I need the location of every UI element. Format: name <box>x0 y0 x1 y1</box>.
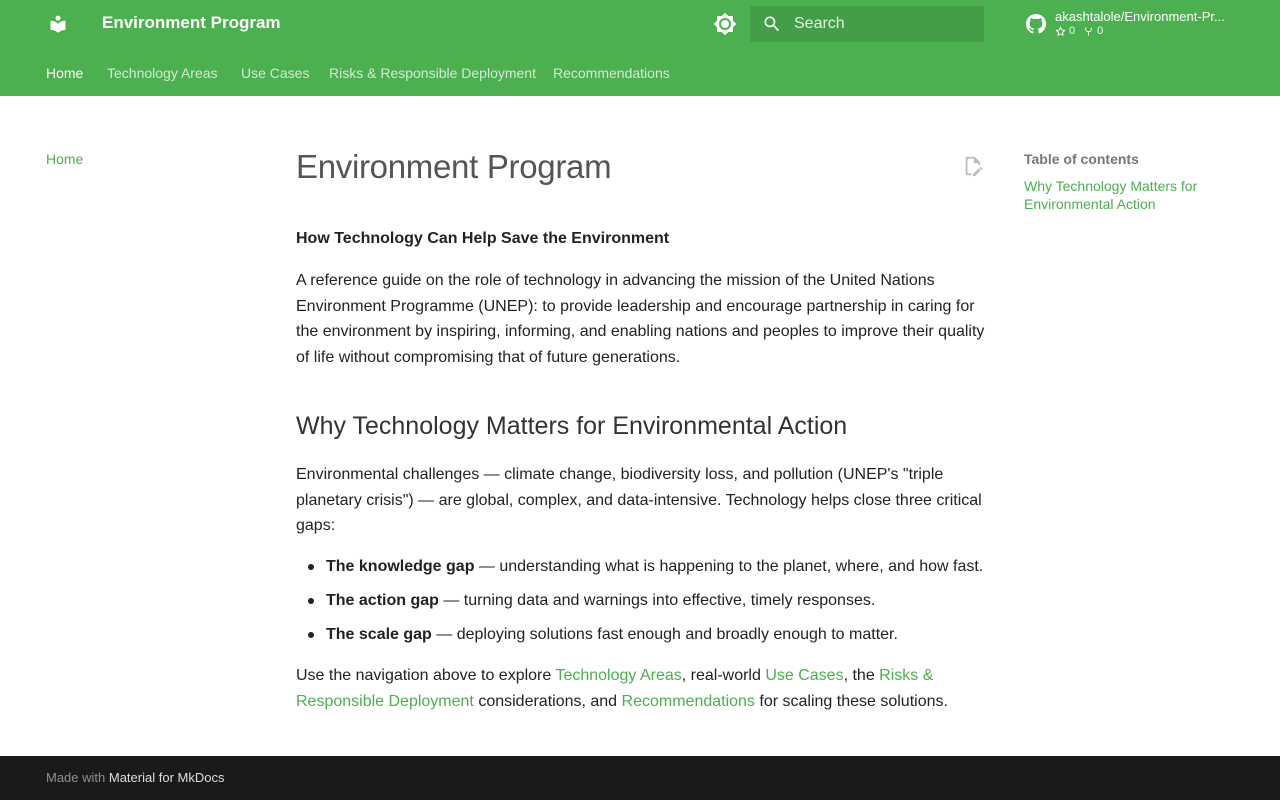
top-header: Environment Program akashtalole/Environm… <box>0 0 1280 48</box>
closing-text: Use the navigation above to explore <box>296 667 556 684</box>
book-icon[interactable] <box>46 12 70 36</box>
page-title: Environment Program <box>296 148 612 185</box>
page-subtitle: How Technology Can Help Save the Environ… <box>296 230 670 247</box>
list-item: The scale gap — deploying solutions fast… <box>308 624 986 658</box>
gap-desc: — deploying solutions fast enough and br… <box>431 626 898 643</box>
closing-paragraph: Use the navigation above to explore Tech… <box>296 663 986 714</box>
fork-count: 0 <box>1097 25 1104 37</box>
repo-stars: 0 <box>1055 25 1075 37</box>
nav-tabs: Home Technology Areas Use Cases Risks & … <box>0 48 1280 96</box>
repo-facts: 0 0 <box>1055 25 1111 37</box>
tab-recommendations[interactable]: Recommendations <box>553 65 670 81</box>
list-item: The action gap — turning data and warnin… <box>308 590 986 624</box>
sidebar-item-home[interactable]: Home <box>46 151 83 167</box>
site-title: Environment Program <box>102 13 281 32</box>
main-content: Environment Program <box>296 140 986 186</box>
footer: Made with Material for MkDocs <box>0 756 1280 800</box>
star-count: 0 <box>1069 25 1076 37</box>
repo-link[interactable]: akashtalole/Environment-Pr... 0 0 <box>1024 8 1234 42</box>
github-icon <box>1026 14 1046 34</box>
footer-credit: Made with Material for MkDocs <box>46 770 224 785</box>
closing-text: considerations, and <box>473 692 622 710</box>
list-item: The knowledge gap — understanding what i… <box>308 556 986 590</box>
link-recommendations[interactable]: Recommendations <box>622 693 755 710</box>
tab-technology-areas[interactable]: Technology Areas <box>107 65 218 81</box>
tab-home[interactable]: Home <box>46 65 83 81</box>
search-input[interactable] <box>794 6 974 42</box>
closing-text: , real-world <box>681 667 766 684</box>
star-icon <box>1055 25 1066 36</box>
intro-paragraph: A reference guide on the role of technol… <box>296 272 985 366</box>
search-box[interactable] <box>750 6 984 42</box>
repo-forks: 0 <box>1083 25 1103 37</box>
gap-desc: — understanding what is happening to the… <box>474 558 984 575</box>
gap-desc: — turning data and warnings into effecti… <box>438 592 876 609</box>
edit-icon[interactable] <box>962 155 984 177</box>
section-heading: Why Technology Matters for Environmental… <box>296 412 848 440</box>
toc-item[interactable]: Why Technology Matters for Environmental… <box>1024 177 1224 213</box>
section-intro-paragraph: Environmental challenges — climate chang… <box>296 466 982 535</box>
link-use-cases[interactable]: Use Cases <box>765 667 843 684</box>
gaps-list: The knowledge gap — understanding what i… <box>308 556 986 658</box>
gap-term: The knowledge gap <box>326 558 475 575</box>
tab-use-cases[interactable]: Use Cases <box>241 65 309 81</box>
footer-link[interactable]: Material for MkDocs <box>109 770 225 785</box>
link-technology-areas[interactable]: Technology Areas <box>555 667 681 684</box>
tab-risks[interactable]: Risks & Responsible Deployment <box>329 65 536 81</box>
closing-text: , the <box>843 667 880 684</box>
search-icon <box>764 16 780 32</box>
brightness-icon[interactable] <box>712 11 738 37</box>
footer-prefix: Made with <box>46 770 109 785</box>
gap-term: The scale gap <box>326 626 432 643</box>
gap-term: The action gap <box>326 592 439 609</box>
toc-title: Table of contents <box>1024 151 1139 167</box>
closing-text: for scaling these solutions. <box>754 692 948 710</box>
fork-icon <box>1085 26 1092 36</box>
repo-name: akashtalole/Environment-Pr... <box>1055 9 1225 24</box>
